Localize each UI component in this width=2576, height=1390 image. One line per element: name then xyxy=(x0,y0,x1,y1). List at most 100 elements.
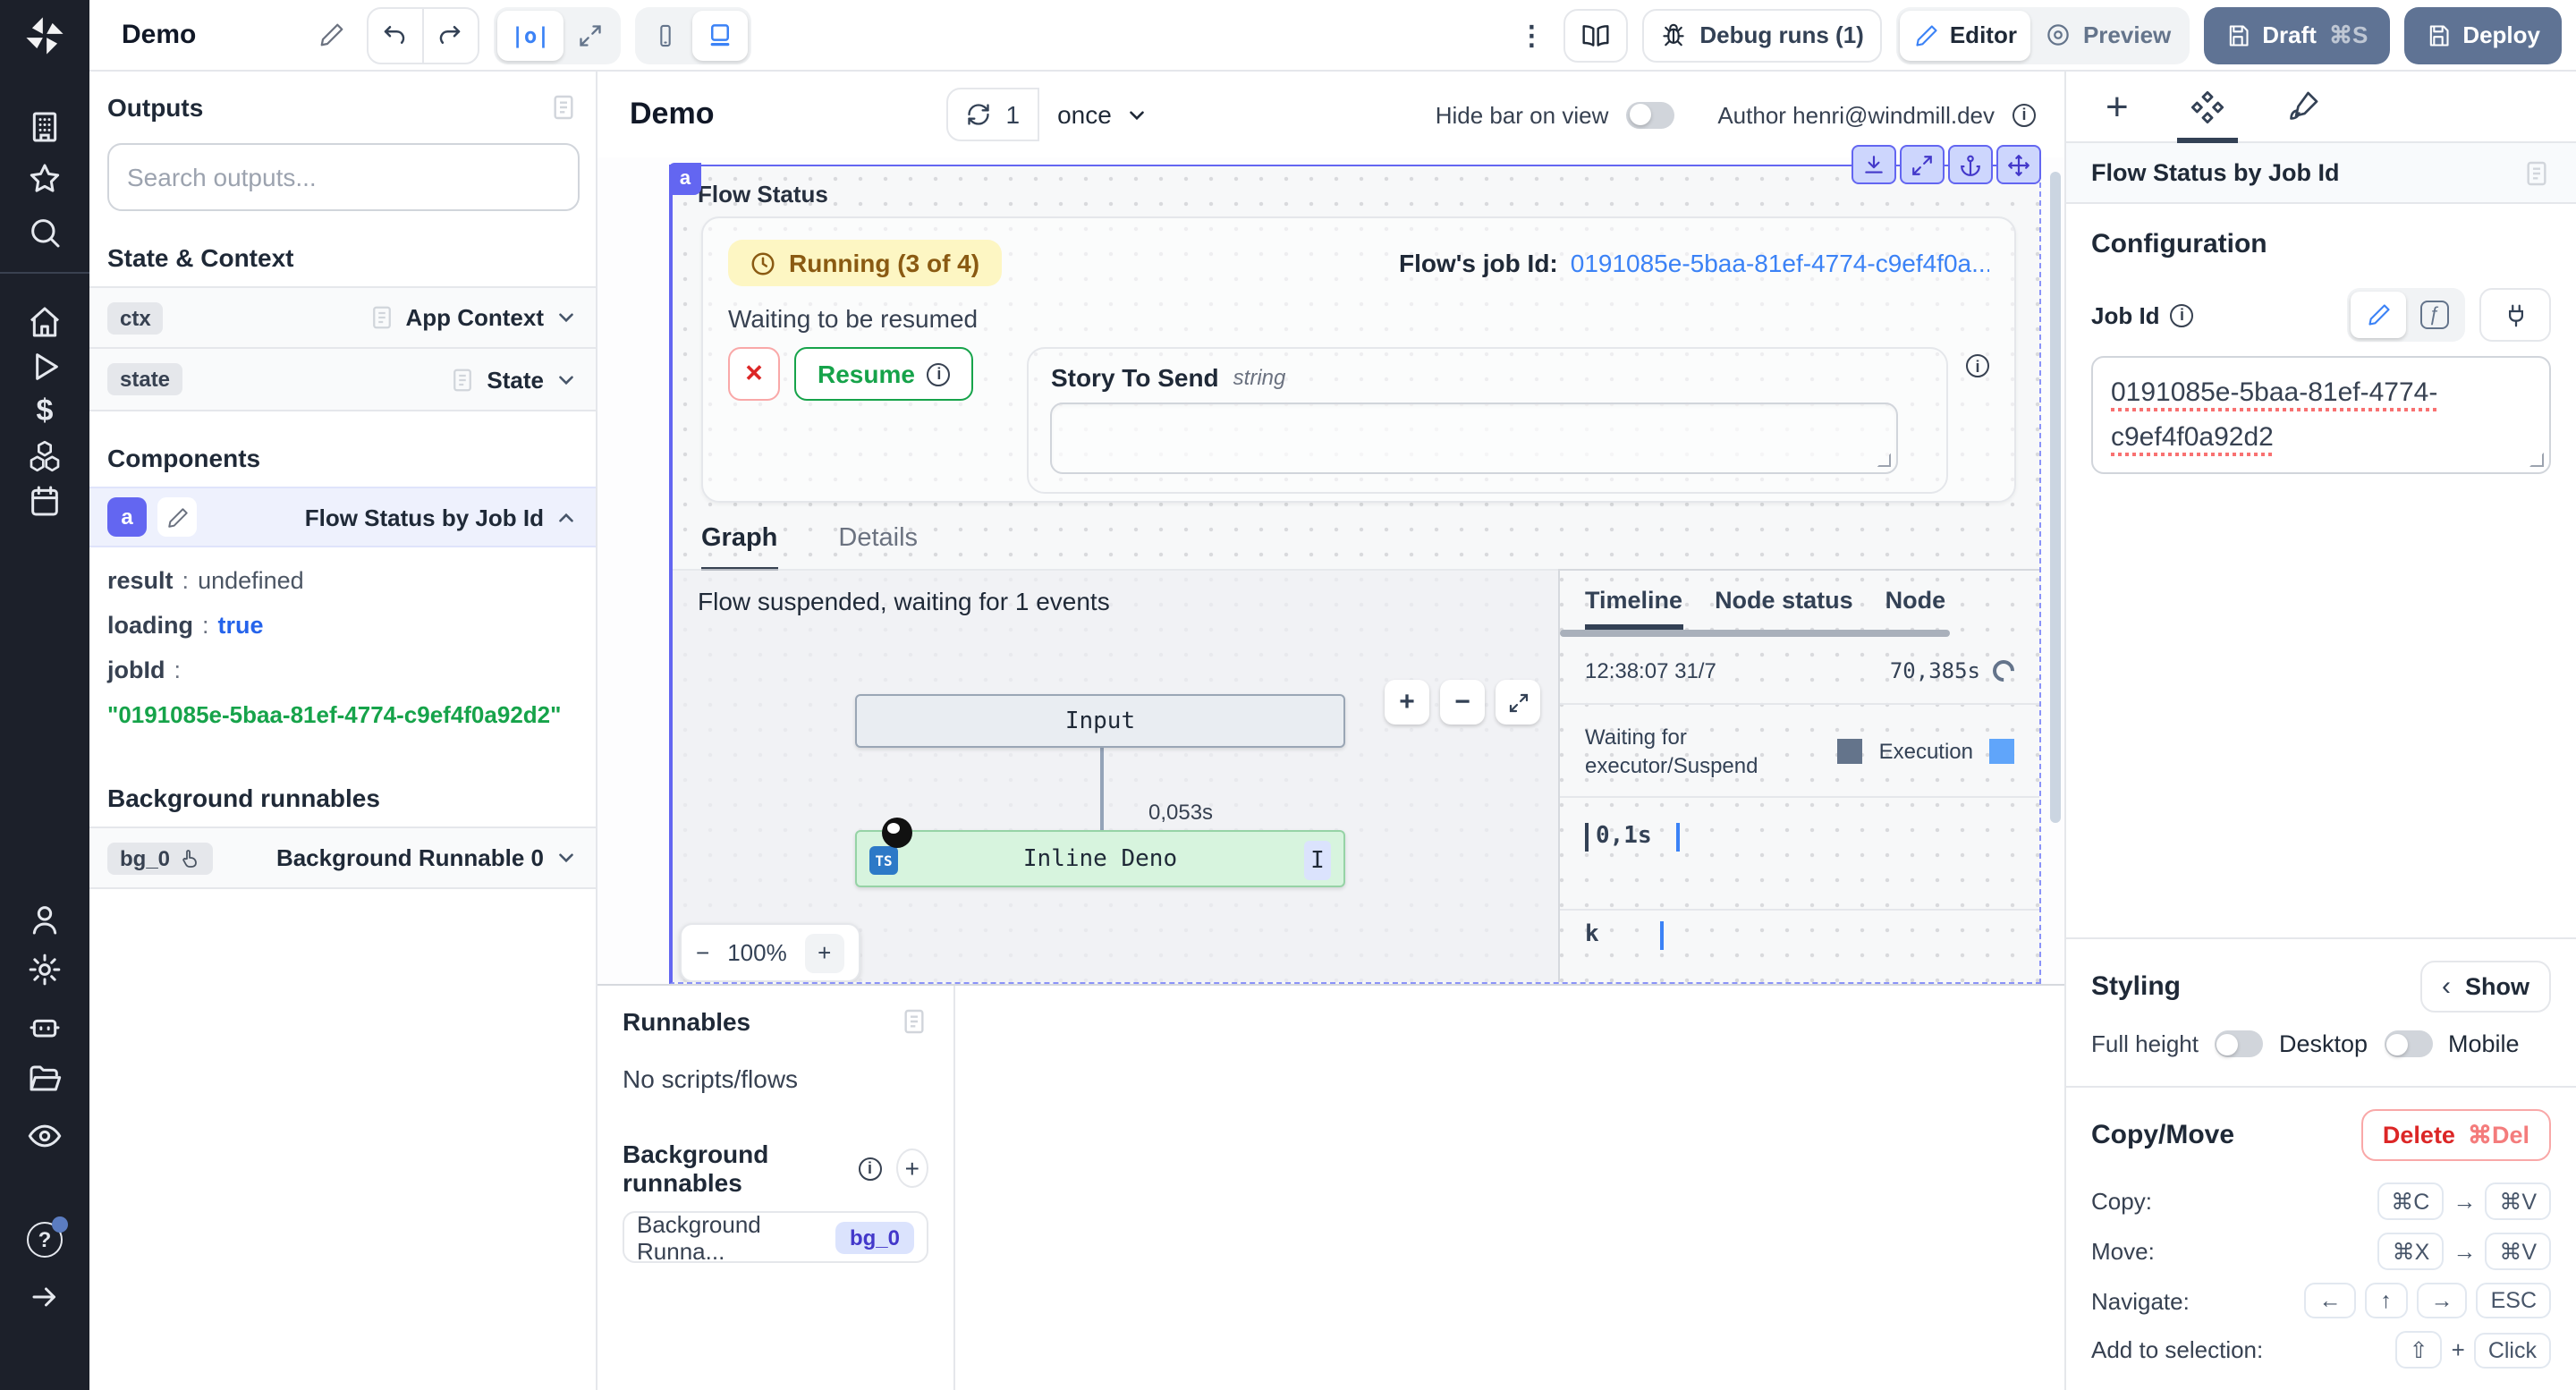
show-styling-button[interactable]: ‹ Show xyxy=(2420,961,2551,1013)
variables-dollar-icon[interactable]: $ xyxy=(0,394,89,429)
help-icon[interactable]: ? xyxy=(0,1222,89,1258)
zoom-out-button[interactable]: − xyxy=(1440,680,1485,725)
resize-handle[interactable] xyxy=(1877,453,1892,467)
expand-down-button[interactable] xyxy=(1852,145,1896,184)
draft-label: Draft xyxy=(2262,21,2317,48)
add-bg-runnable-button[interactable]: + xyxy=(896,1148,928,1188)
maximize-icon xyxy=(1507,691,1529,713)
component-row-a[interactable]: a Flow Status by Job Id xyxy=(89,487,596,547)
home-icon[interactable] xyxy=(0,304,89,340)
job-id-link[interactable]: 0191085e-5baa-81ef-4774-c9ef4f0a... xyxy=(1571,249,1989,277)
delete-component-button[interactable]: Delete ⌘Del xyxy=(2361,1109,2551,1161)
docs-book-button[interactable] xyxy=(1563,8,1628,62)
tab-insert-component[interactable]: + xyxy=(2106,71,2129,142)
move-label: Move: xyxy=(2091,1238,2155,1265)
editor-tab[interactable]: Editor xyxy=(1900,10,2031,60)
schedule-dropdown[interactable]: once xyxy=(1057,100,1149,129)
cancel-button[interactable]: ✕ xyxy=(728,347,780,401)
graph-node-inline-deno[interactable]: TS Inline Deno I xyxy=(855,830,1345,887)
resume-button[interactable]: Resume i xyxy=(794,347,974,401)
move-button[interactable] xyxy=(1996,145,2041,184)
hide-bar-toggle[interactable] xyxy=(1626,101,1674,128)
tab-node[interactable]: Node xyxy=(1885,587,1946,630)
windmill-logo-icon[interactable] xyxy=(0,13,89,59)
edit-title-pencil-icon[interactable] xyxy=(318,21,344,48)
bg0-row[interactable]: bg_0 Background Runnable 0 xyxy=(89,826,596,889)
graph-node-input[interactable]: Input xyxy=(855,694,1345,748)
centered-layout-button[interactable]: |o| xyxy=(496,10,564,60)
runnables-title: Runnables xyxy=(623,1007,750,1036)
audit-eye-icon[interactable] xyxy=(0,1118,89,1154)
delete-label: Delete xyxy=(2383,1122,2455,1148)
zoom-plus-button[interactable]: + xyxy=(805,933,844,972)
rename-pencil-button[interactable] xyxy=(157,497,197,537)
doc-icon[interactable] xyxy=(900,1007,928,1036)
input-mode-toggle: ƒ xyxy=(2347,288,2465,342)
connect-plug-button[interactable] xyxy=(2479,288,2551,342)
ctx-row[interactable]: ctx App Context xyxy=(89,286,596,349)
mobile-view-button[interactable] xyxy=(640,10,693,60)
fx-mode-button[interactable]: ƒ xyxy=(2406,292,2462,338)
bg0-badge-label: bg_0 xyxy=(120,845,170,870)
preview-tab[interactable]: Preview xyxy=(2031,10,2185,60)
resize-handle[interactable] xyxy=(2529,453,2544,467)
job-id-info-icon[interactable]: i xyxy=(2171,303,2194,326)
deploy-button[interactable]: Deploy xyxy=(2403,6,2562,64)
expand-sidebar-arrow-icon[interactable] xyxy=(0,1281,89,1313)
full-height-label: Full height xyxy=(2091,1030,2199,1057)
draft-button[interactable]: Draft ⌘S xyxy=(2203,6,2389,64)
refresh-count: 1 xyxy=(1005,100,1020,129)
workers-robot-icon[interactable] xyxy=(0,1009,89,1045)
author-info-icon[interactable]: i xyxy=(2012,103,2036,126)
refresh-count-button[interactable]: 1 xyxy=(946,88,1039,141)
tab-graph[interactable]: Graph xyxy=(701,524,777,571)
story-textarea[interactable] xyxy=(1051,403,1899,474)
state-row[interactable]: state State xyxy=(89,349,596,411)
full-height-toggle[interactable] xyxy=(2215,1030,2263,1057)
folders-icon[interactable] xyxy=(0,1063,89,1098)
tab-component-settings[interactable] xyxy=(2190,71,2225,142)
bg-runnable-name: Background Runna... xyxy=(637,1210,821,1264)
form-info-icon[interactable]: i xyxy=(1966,354,1989,377)
zoom-minus-button[interactable]: − xyxy=(696,939,709,966)
tab-global-styling[interactable] xyxy=(2286,71,2320,142)
users-icon[interactable] xyxy=(0,902,89,937)
editor-pencil-icon xyxy=(1914,22,1939,47)
schedules-calendar-icon[interactable] xyxy=(0,483,89,519)
flow-status-component[interactable]: a Flow Status Running (3 of 4) Flow's jo… xyxy=(669,165,2041,984)
book-icon xyxy=(1581,21,1610,49)
clock-icon xyxy=(750,250,776,276)
fit-view-button[interactable] xyxy=(1496,680,1540,725)
kebab-menu-icon[interactable]: ⋮ xyxy=(1513,19,1549,51)
tab-timeline[interactable]: Timeline xyxy=(1585,587,1682,630)
workspace-building-icon[interactable] xyxy=(0,109,89,145)
layout-toggle-group: |o| xyxy=(493,6,621,64)
deno-logo-icon xyxy=(882,818,912,848)
settings-gear-icon[interactable] xyxy=(0,952,89,987)
fullwidth-layout-button[interactable] xyxy=(564,10,618,60)
canvas-scrollbar[interactable] xyxy=(2050,172,2061,823)
tab-details[interactable]: Details xyxy=(838,524,918,568)
desktop-view-button[interactable] xyxy=(693,10,749,60)
static-mode-button[interactable] xyxy=(2351,292,2406,338)
favorites-star-icon[interactable] xyxy=(0,161,89,197)
desktop-toggle[interactable] xyxy=(2384,1030,2432,1057)
resources-cubes-icon[interactable] xyxy=(0,438,89,474)
bg-runnables-info-icon[interactable]: i xyxy=(859,1157,882,1180)
tab-node-status[interactable]: Node status xyxy=(1715,587,1853,630)
fullscreen-button[interactable] xyxy=(1900,145,1945,184)
zoom-in-button[interactable]: + xyxy=(1385,680,1429,725)
undo-icon[interactable] xyxy=(368,6,421,64)
bg-runnable-item[interactable]: Background Runna... bg_0 xyxy=(623,1211,928,1263)
anchor-button[interactable] xyxy=(1948,145,1993,184)
doc-icon[interactable] xyxy=(549,93,578,122)
search-outputs-input[interactable] xyxy=(107,143,580,211)
job-id-input[interactable]: 0191085e-5baa-81ef-4774-c9ef4f0a92d2 xyxy=(2091,356,2551,474)
redo-icon[interactable] xyxy=(423,6,477,64)
search-icon[interactable] xyxy=(0,215,89,250)
timeline-h-scrollbar[interactable] xyxy=(1560,630,1950,637)
doc-icon[interactable] xyxy=(2522,158,2551,187)
runs-play-icon[interactable] xyxy=(0,349,89,385)
flow-graph-pane[interactable]: Flow suspended, waiting for 1 events + −… xyxy=(673,569,1558,982)
debug-runs-button[interactable]: Debug runs (1) xyxy=(1642,8,1881,62)
